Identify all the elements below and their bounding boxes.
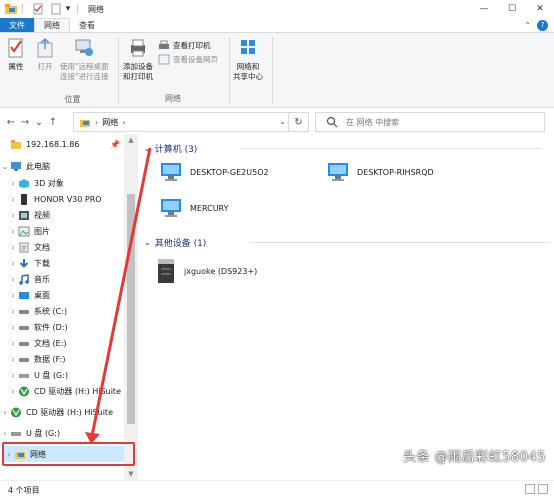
annotation-arrow-line (90, 147, 152, 437)
annotation-arrow-head (85, 432, 100, 444)
annotation-arrow-overlay (85, 147, 152, 444)
watermark: 头条 @雨后彩虹58045 (403, 450, 546, 465)
